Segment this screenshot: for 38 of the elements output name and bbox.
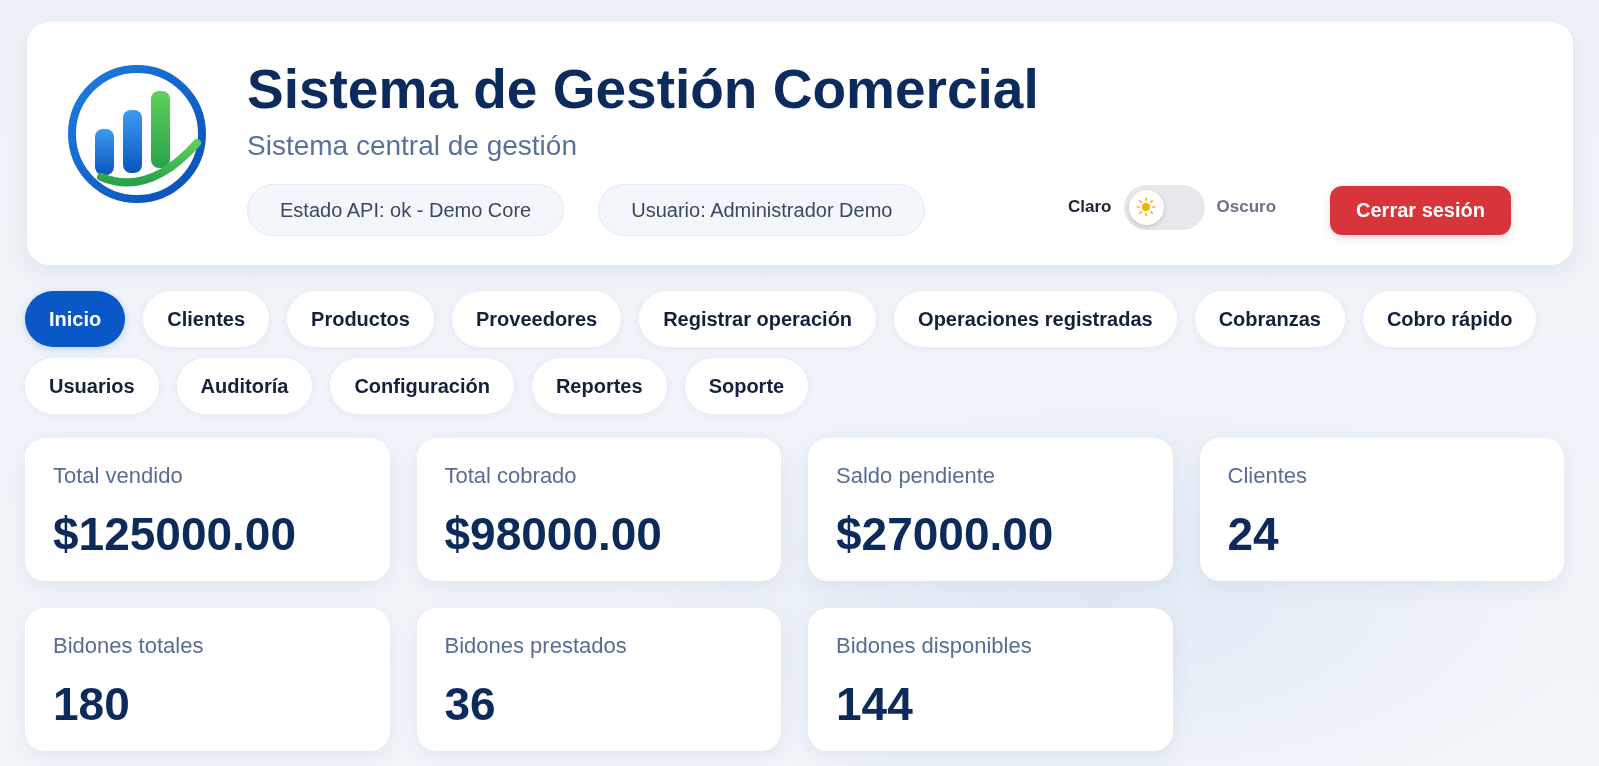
light-mode-label: Claro [1068, 197, 1112, 217]
nav-tab[interactable]: Inicio [25, 291, 126, 347]
app-subtitle: Sistema central de gestión [247, 129, 577, 163]
stat-value: $125000.00 [53, 508, 297, 560]
nav-tab[interactable]: Operaciones registradas [894, 291, 1177, 347]
nav-tab[interactable]: Proveedores [451, 291, 622, 347]
stat-label: Total cobrado [444, 463, 577, 489]
theme-toggle[interactable] [1123, 184, 1205, 230]
nav-tab[interactable]: Cobro rápido [1362, 291, 1537, 347]
nav-tab[interactable]: Usuarios [25, 358, 159, 414]
stat-label: Saldo pendiente [836, 463, 996, 489]
stat-value: $27000.00 [836, 508, 1054, 560]
nav-tab[interactable]: Cobranzas [1194, 291, 1345, 347]
stat-value: 144 [836, 678, 913, 730]
stat-value: 24 [1227, 508, 1279, 560]
nav-tab[interactable]: Productos [287, 291, 434, 347]
stat-label: Total vendido [53, 463, 183, 489]
stat-label: Clientes [1227, 463, 1307, 489]
status-pill: Usuario: Administrador Demo [598, 184, 926, 236]
toggle-knob[interactable] [1128, 189, 1164, 225]
nav-tab[interactable]: Registrar operación [639, 291, 877, 347]
status-pill: Estado API: ok - Demo Core [247, 184, 565, 236]
nav-tab[interactable]: Configuración [330, 358, 514, 414]
nav-tab[interactable]: Auditoría [176, 358, 313, 414]
dark-mode-label: Oscuro [1216, 197, 1277, 217]
stat-label: Bidones prestados [444, 633, 627, 659]
bar-chart-logo-icon [67, 63, 207, 205]
app-title: Sistema de Gestión Comercial [247, 58, 1039, 120]
logout-button[interactable]: Cerrar sesión [1330, 185, 1511, 235]
stat-value: $98000.00 [444, 508, 662, 560]
nav-tab[interactable]: Clientes [143, 291, 270, 347]
stat-label: Bidones disponibles [836, 633, 1032, 659]
nav-tab[interactable]: Reportes [531, 358, 667, 414]
stat-value: 36 [444, 678, 496, 730]
nav-tab[interactable]: Soporte [684, 358, 809, 414]
sun-icon [1136, 197, 1156, 217]
stat-label: Bidones totales [53, 633, 204, 659]
stat-value: 180 [53, 678, 130, 730]
